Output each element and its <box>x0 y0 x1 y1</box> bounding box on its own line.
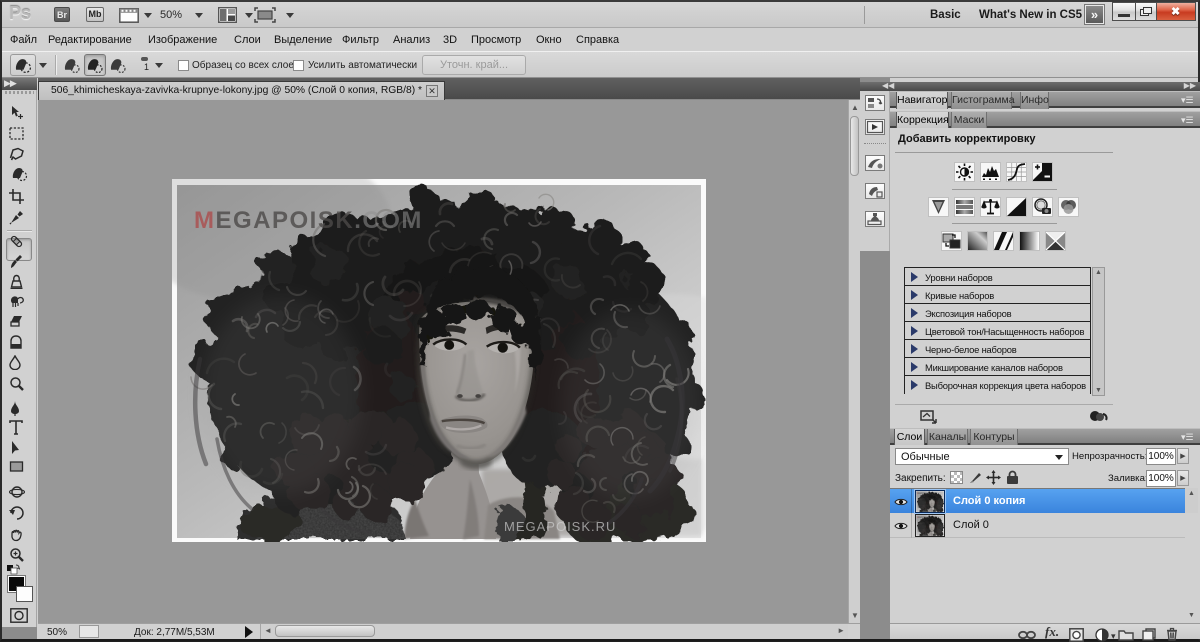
svg-text:MEGAPOISK.RU: MEGAPOISK.RU <box>504 519 616 534</box>
svg-text:+: + <box>94 57 98 66</box>
svg-text:MEGAPOISK.COM: MEGAPOISK.COM <box>194 207 423 234</box>
